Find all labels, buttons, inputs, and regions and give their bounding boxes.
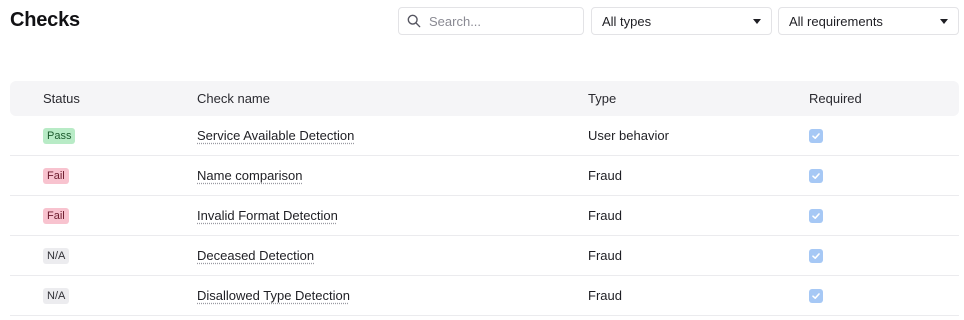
table-row[interactable]: N/A Deceased Detection Fraud bbox=[10, 236, 959, 276]
search-box[interactable] bbox=[398, 7, 584, 35]
check-type: User behavior bbox=[588, 128, 669, 143]
required-checkbox[interactable] bbox=[809, 248, 823, 263]
check-type: Fraud bbox=[588, 248, 622, 263]
check-name-link[interactable]: Deceased Detection bbox=[197, 248, 314, 263]
page-title: Checks bbox=[10, 9, 80, 31]
search-icon bbox=[407, 14, 421, 28]
check-name-link[interactable]: Name comparison bbox=[197, 168, 303, 183]
column-header-check-name[interactable]: Check name bbox=[164, 91, 555, 106]
checkmark-icon bbox=[812, 172, 820, 179]
status-badge: N/A bbox=[43, 248, 70, 264]
checkmark-icon bbox=[812, 252, 820, 259]
required-checkbox[interactable] bbox=[809, 128, 823, 143]
column-header-type[interactable]: Type bbox=[555, 91, 776, 106]
checkmark-icon bbox=[812, 132, 820, 139]
table-row[interactable]: Fail Invalid Format Detection Fraud bbox=[10, 196, 959, 236]
requirement-filter-select[interactable]: All requirements bbox=[778, 7, 959, 35]
caret-down-icon bbox=[940, 18, 948, 24]
check-name-link[interactable]: Invalid Format Detection bbox=[197, 208, 338, 223]
column-header-status[interactable]: Status bbox=[10, 91, 164, 106]
status-badge: Pass bbox=[43, 128, 76, 144]
type-filter-value: All types bbox=[602, 13, 652, 29]
status-badge: Fail bbox=[43, 168, 69, 184]
required-checkbox[interactable] bbox=[809, 208, 823, 223]
check-type: Fraud bbox=[588, 208, 622, 223]
requirement-filter-value: All requirements bbox=[789, 13, 883, 29]
status-badge: Fail bbox=[43, 208, 69, 224]
table-row[interactable]: Fail Name comparison Fraud bbox=[10, 156, 959, 196]
check-name-link[interactable]: Disallowed Type Detection bbox=[197, 288, 350, 303]
checkmark-icon bbox=[812, 292, 820, 299]
checkmark-icon bbox=[812, 212, 820, 219]
column-header-required[interactable]: Required bbox=[776, 91, 959, 106]
checks-page: Checks All types All requirements Status… bbox=[0, 0, 964, 320]
table-row[interactable]: Pass Service Available Detection User be… bbox=[10, 116, 959, 156]
check-type: Fraud bbox=[588, 288, 622, 303]
required-checkbox[interactable] bbox=[809, 288, 823, 303]
table-row[interactable]: N/A Disallowed Type Detection Fraud bbox=[10, 276, 959, 316]
search-input[interactable] bbox=[429, 13, 579, 29]
required-checkbox[interactable] bbox=[809, 168, 823, 183]
check-name-link[interactable]: Service Available Detection bbox=[197, 128, 354, 143]
check-type: Fraud bbox=[588, 168, 622, 183]
table-header: Status Check name Type Required bbox=[10, 81, 959, 116]
type-filter-select[interactable]: All types bbox=[591, 7, 772, 35]
checks-table: Status Check name Type Required Pass Ser… bbox=[10, 81, 959, 316]
status-badge: N/A bbox=[43, 288, 70, 304]
caret-down-icon bbox=[753, 18, 761, 24]
